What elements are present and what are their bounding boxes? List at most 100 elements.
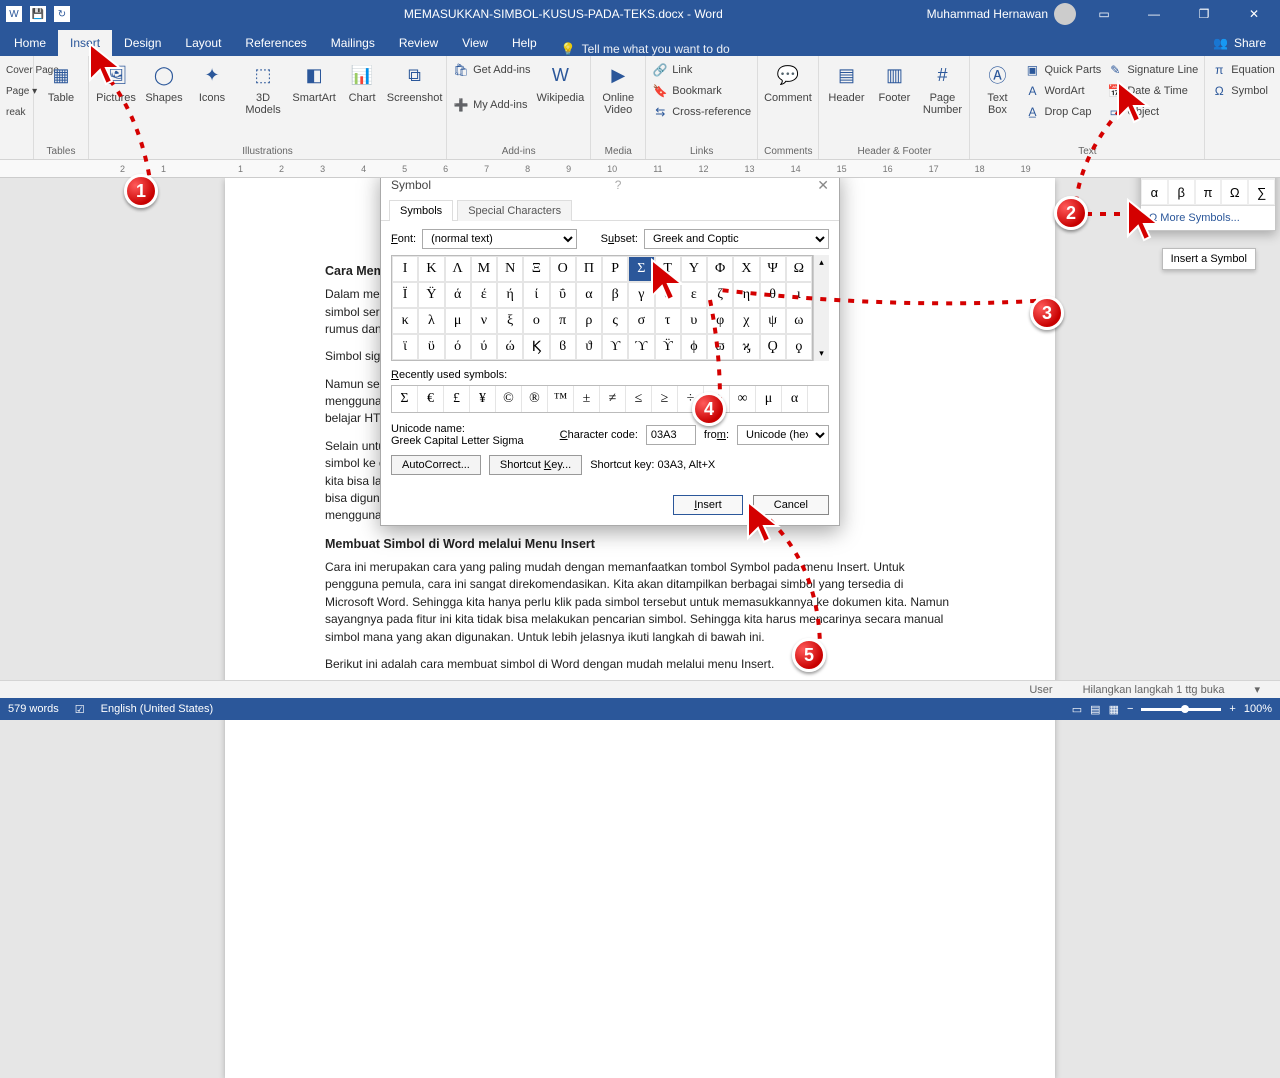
tab-mailings[interactable]: Mailings bbox=[319, 30, 387, 56]
view-web-icon[interactable]: ▦ bbox=[1109, 703, 1119, 716]
symbol-cell[interactable]: Ι bbox=[392, 256, 418, 282]
view-read-icon[interactable]: ▭ bbox=[1072, 703, 1082, 716]
status-language[interactable]: English (United States) bbox=[101, 703, 214, 715]
chart-button[interactable]: 📊Chart bbox=[341, 60, 383, 104]
symbol-cell[interactable]: ύ bbox=[471, 334, 497, 360]
zoom-in-icon[interactable]: + bbox=[1229, 703, 1235, 715]
symbol-cell[interactable]: χ bbox=[733, 308, 759, 334]
gallery-cell[interactable]: π bbox=[1195, 179, 1222, 205]
bookmark-button[interactable]: 🔖Bookmark bbox=[652, 81, 751, 101]
recent-symbol-cell[interactable]: ∞ bbox=[730, 386, 756, 412]
symbol-cell[interactable]: ϑ bbox=[576, 334, 602, 360]
icons-button[interactable]: ✦Icons bbox=[191, 60, 233, 104]
online-video-button[interactable]: ▶Online Video bbox=[597, 60, 639, 116]
symbol-cell[interactable]: σ bbox=[628, 308, 654, 334]
tab-home[interactable]: Home bbox=[2, 30, 58, 56]
symbol-cell[interactable]: Κ bbox=[418, 256, 444, 282]
recent-symbol-cell[interactable]: Σ bbox=[392, 386, 418, 412]
recent-symbol-cell[interactable]: ® bbox=[522, 386, 548, 412]
font-select[interactable]: (normal text) bbox=[422, 229, 577, 249]
symbol-cell[interactable]: ί bbox=[523, 282, 549, 308]
symbol-cell[interactable]: ό bbox=[445, 334, 471, 360]
symbol-cell[interactable]: Μ bbox=[471, 256, 497, 282]
symbol-cell[interactable]: η bbox=[733, 282, 759, 308]
symbol-cell[interactable]: ά bbox=[445, 282, 471, 308]
dropcap-button[interactable]: A̲Drop Cap bbox=[1024, 102, 1101, 122]
symbol-cell[interactable]: π bbox=[550, 308, 576, 334]
quick-parts-button[interactable]: ▣Quick Parts bbox=[1024, 60, 1101, 80]
tab-help[interactable]: Help bbox=[500, 30, 549, 56]
dialog-tab-special[interactable]: Special Characters bbox=[457, 200, 572, 221]
symbol-cell[interactable]: μ bbox=[445, 308, 471, 334]
symbol-cell[interactable]: ϒ bbox=[602, 334, 628, 360]
equation-button[interactable]: πEquation bbox=[1211, 60, 1274, 80]
close-button[interactable]: ✕ bbox=[1232, 0, 1276, 28]
gallery-cell[interactable]: Ω bbox=[1221, 179, 1248, 205]
symbol-cell[interactable]: Ϊ bbox=[392, 282, 418, 308]
get-addins-button[interactable]: 🛍Get Add-ins bbox=[453, 60, 530, 80]
page-break-button[interactable]: reak bbox=[6, 102, 27, 122]
dialog-tab-symbols[interactable]: Symbols bbox=[389, 200, 453, 221]
wikipedia-button[interactable]: WWikipedia bbox=[537, 60, 585, 104]
symbol-scrollbar[interactable]: ▴▾ bbox=[813, 255, 829, 361]
symbol-cell[interactable]: Ω bbox=[786, 256, 812, 282]
zoom-level[interactable]: 100% bbox=[1244, 703, 1272, 715]
page-number-button[interactable]: #Page Number bbox=[921, 60, 963, 116]
smartart-button[interactable]: ◧SmartArt bbox=[293, 60, 335, 104]
cross-reference-button[interactable]: ⇆Cross-reference bbox=[652, 102, 751, 122]
symbol-cell[interactable]: ο bbox=[523, 308, 549, 334]
symbol-cell[interactable]: ϖ bbox=[707, 334, 733, 360]
symbol-cell[interactable]: ΰ bbox=[550, 282, 576, 308]
symbol-cell[interactable]: Ρ bbox=[602, 256, 628, 282]
symbol-cell[interactable]: ώ bbox=[497, 334, 523, 360]
ribbon-display-icon[interactable]: ▭ bbox=[1082, 0, 1126, 28]
recent-symbol-cell[interactable]: ™ bbox=[548, 386, 574, 412]
subset-select[interactable]: Greek and Coptic bbox=[644, 229, 829, 249]
recent-symbol-cell[interactable]: ± bbox=[574, 386, 600, 412]
blank-page-button[interactable]: Page ▾ bbox=[6, 81, 27, 101]
symbol-cell[interactable]: Ϗ bbox=[523, 334, 549, 360]
view-print-icon[interactable]: ▤ bbox=[1090, 703, 1100, 716]
share-button[interactable]: 👥Share bbox=[1199, 30, 1280, 56]
symbol-cell[interactable]: Π bbox=[576, 256, 602, 282]
quick-undo-icon[interactable]: ↻ bbox=[54, 6, 70, 22]
recent-symbol-cell[interactable]: ≥ bbox=[652, 386, 678, 412]
recent-symbol-cell[interactable]: ≤ bbox=[626, 386, 652, 412]
dialog-close-button[interactable]: ✕ bbox=[817, 177, 829, 194]
signature-line-button[interactable]: ✎Signature Line bbox=[1107, 60, 1198, 80]
symbol-cell[interactable]: υ bbox=[681, 308, 707, 334]
textbox-button[interactable]: ⒶText Box bbox=[976, 60, 1018, 116]
comment-button[interactable]: 💬Comment bbox=[764, 60, 812, 104]
symbol-cell[interactable]: φ bbox=[707, 308, 733, 334]
symbol-cell[interactable]: Ψ bbox=[760, 256, 786, 282]
symbol-cell[interactable]: ϗ bbox=[733, 334, 759, 360]
symbol-cell[interactable]: Ξ bbox=[523, 256, 549, 282]
symbol-cell[interactable]: ϕ bbox=[681, 334, 707, 360]
symbol-cell[interactable]: Φ bbox=[707, 256, 733, 282]
symbol-cell[interactable]: β bbox=[602, 282, 628, 308]
charcode-input[interactable] bbox=[646, 425, 696, 445]
insert-button[interactable]: Insert bbox=[673, 495, 743, 515]
shortcut-key-button[interactable]: Shortcut Key... bbox=[489, 455, 582, 475]
symbol-cell[interactable]: ϙ bbox=[786, 334, 812, 360]
symbol-cell[interactable]: ξ bbox=[497, 308, 523, 334]
quick-save-icon[interactable]: 💾 bbox=[30, 6, 46, 22]
header-button[interactable]: ▤Header bbox=[825, 60, 867, 104]
zoom-slider[interactable] bbox=[1141, 708, 1221, 711]
tab-references[interactable]: References bbox=[233, 30, 318, 56]
symbol-cell[interactable]: θ bbox=[760, 282, 786, 308]
symbol-cell[interactable]: ν bbox=[471, 308, 497, 334]
zoom-out-icon[interactable]: − bbox=[1127, 703, 1133, 715]
status-words[interactable]: 579 words bbox=[8, 703, 59, 715]
link-button[interactable]: 🔗Link bbox=[652, 60, 751, 80]
symbol-cell[interactable]: ς bbox=[602, 308, 628, 334]
symbol-cell[interactable]: ρ bbox=[576, 308, 602, 334]
symbol-cell[interactable]: ϔ bbox=[655, 334, 681, 360]
recent-symbol-cell[interactable]: α bbox=[782, 386, 808, 412]
my-addins-button[interactable]: ➕My Add-ins bbox=[453, 95, 530, 115]
user-avatar[interactable] bbox=[1054, 3, 1076, 25]
symbol-cell[interactable]: κ bbox=[392, 308, 418, 334]
symbol-cell[interactable]: Χ bbox=[733, 256, 759, 282]
symbol-cell[interactable]: Ο bbox=[550, 256, 576, 282]
tab-review[interactable]: Review bbox=[387, 30, 450, 56]
